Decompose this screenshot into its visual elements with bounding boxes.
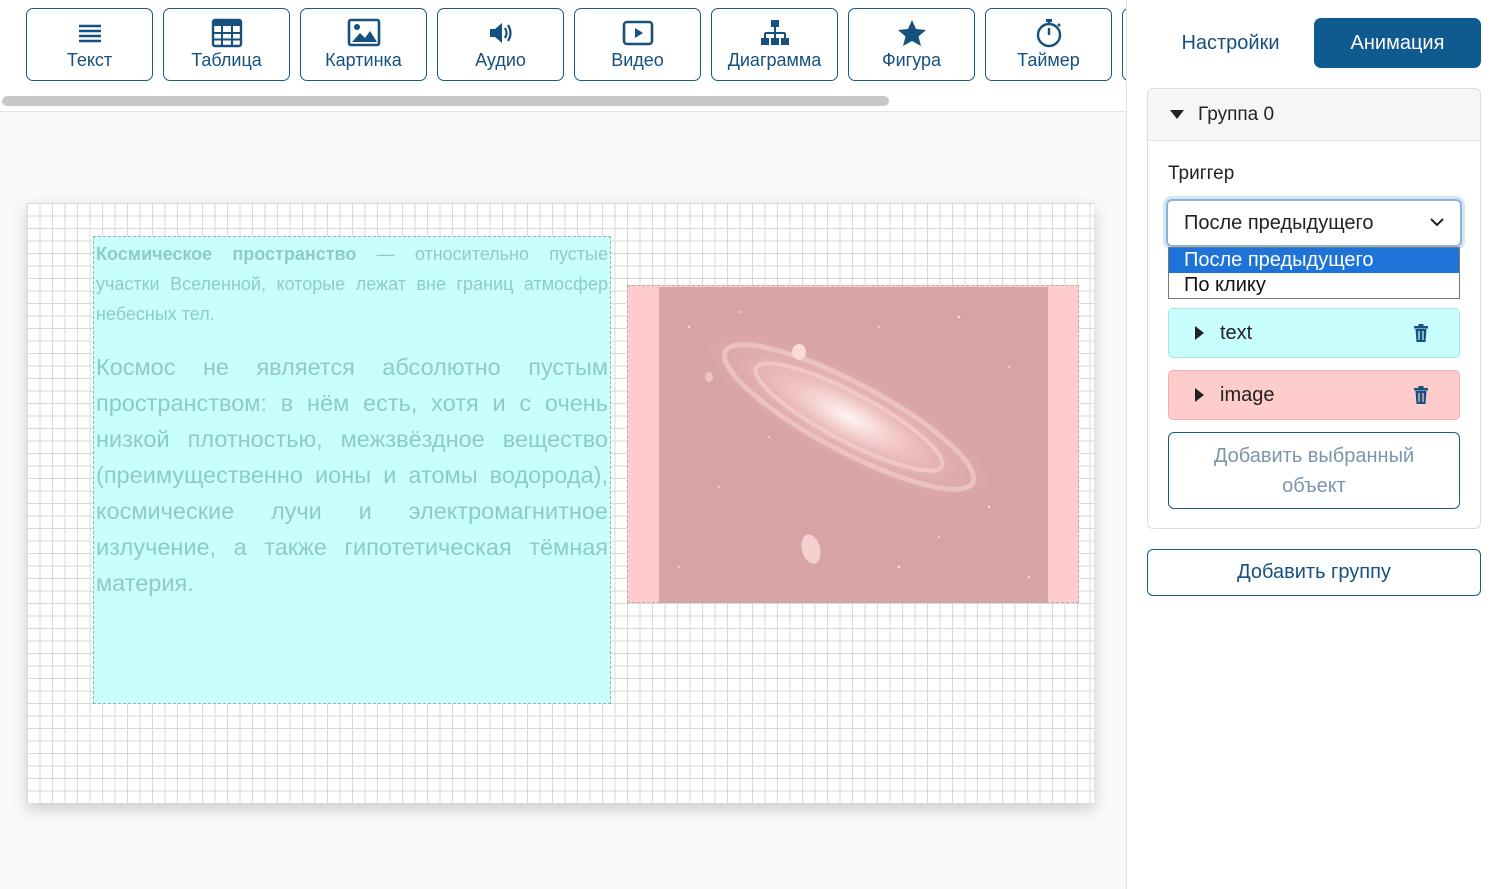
insert-timer-button[interactable]: Таймер (985, 8, 1112, 81)
insert-image-label: Картинка (325, 50, 402, 70)
caret-right-icon (1195, 388, 1204, 402)
add-selected-line-2: объект (1282, 475, 1346, 497)
hierarchy-icon (760, 20, 789, 45)
trigger-dropdown-list: После предыдущего По клику (1168, 247, 1460, 299)
text-object[interactable]: Космическое пространство — относительно … (93, 236, 611, 704)
insert-video-label: Видео (611, 50, 664, 70)
insert-diagram-button[interactable]: Диаграмма (711, 8, 838, 81)
caret-right-icon (1195, 326, 1204, 340)
insert-video-button[interactable]: Видео (574, 8, 701, 81)
trash-icon[interactable] (1413, 324, 1429, 342)
animation-panel: Настройки Анимация Группа 0 Триггер Посл… (1126, 0, 1500, 889)
video-play-icon (622, 20, 653, 46)
add-group-button[interactable]: Добавить группу (1147, 549, 1481, 596)
trash-icon[interactable] (1413, 386, 1429, 404)
insert-toolbar: Текст Таблица Картинка Аудио Видео Диагр… (0, 0, 1126, 112)
insert-table-button[interactable]: Таблица (163, 8, 290, 81)
group-object-text[interactable]: text (1168, 308, 1460, 358)
stopwatch-icon (1036, 19, 1061, 48)
image-object[interactable] (627, 285, 1079, 603)
insert-text-button[interactable]: Текст (26, 8, 153, 81)
trigger-label: Триггер (1168, 163, 1235, 184)
table-icon (211, 18, 242, 48)
group-object-text-label: text (1220, 321, 1253, 344)
insert-shape-button[interactable]: Фигура (848, 8, 975, 81)
horizontal-scrollbar-thumb[interactable] (2, 96, 889, 106)
insert-text-label: Текст (66, 50, 113, 70)
group-object-image-label: image (1220, 383, 1275, 406)
slide-canvas[interactable]: Космическое пространство — относительно … (27, 203, 1094, 803)
trigger-select-value: После предыдущего (1184, 211, 1374, 234)
text-bold-term: Космическое пространство (96, 244, 357, 264)
animation-group-card: Группа 0 Триггер После предыдущего После… (1147, 88, 1481, 529)
image-icon (347, 18, 380, 47)
chevron-down-icon (1430, 218, 1444, 227)
trigger-select[interactable]: После предыдущего (1166, 199, 1462, 247)
text-paragraph-1: Космическое пространство — относительно … (96, 239, 608, 329)
group-title: Группа 0 (1198, 103, 1275, 125)
insert-diagram-label: Диаграмма (727, 50, 822, 70)
group-object-image[interactable]: image (1168, 370, 1460, 420)
caret-down-icon (1170, 110, 1184, 119)
galaxy-image (659, 287, 1048, 603)
speaker-icon (489, 23, 512, 43)
add-selected-object-button[interactable]: Добавить выбранный объект (1168, 432, 1460, 509)
trigger-option-after-previous[interactable]: После предыдущего (1169, 248, 1459, 273)
group-header[interactable]: Группа 0 (1148, 89, 1480, 141)
workspace: Текст Таблица Картинка Аудио Видео Диагр… (0, 0, 1126, 889)
insert-audio-button[interactable]: Аудио (437, 8, 564, 81)
trigger-option-on-click[interactable]: По клику (1169, 273, 1459, 298)
insert-image-button[interactable]: Картинка (300, 8, 427, 81)
text-lines-icon (78, 24, 101, 43)
star-icon (897, 20, 926, 46)
insert-table-label: Таблица (191, 50, 262, 70)
text-paragraph-2: Космос не является абсолютно пустым прос… (96, 354, 608, 596)
tab-settings[interactable]: Настройки (1147, 18, 1314, 68)
insert-shape-label: Фигура (881, 50, 942, 70)
add-selected-line-1: Добавить выбранный (1213, 445, 1415, 467)
tab-animation[interactable]: Анимация (1314, 18, 1481, 68)
insert-timer-label: Таймер (1017, 50, 1080, 70)
insert-audio-label: Аудио (475, 50, 526, 70)
